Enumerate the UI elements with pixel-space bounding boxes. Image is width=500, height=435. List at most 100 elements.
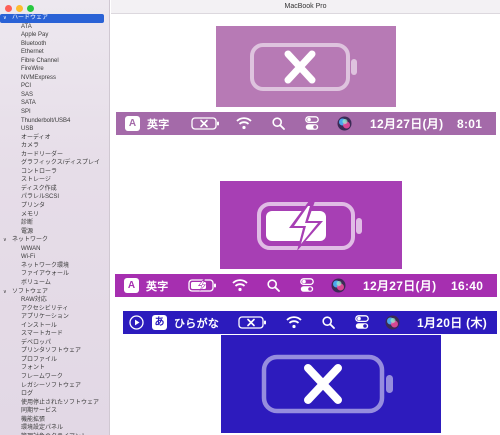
menubar-time[interactable]: 16:40: [451, 274, 483, 297]
sidebar-section-label: ハードウェア: [12, 15, 49, 21]
sidebar-item[interactable]: 機能拡張: [0, 416, 109, 425]
sidebar-item[interactable]: RAW対応: [0, 296, 109, 305]
sidebar-item[interactable]: 同期サービス: [0, 407, 109, 416]
search-icon[interactable]: [322, 316, 335, 329]
sidebar-item[interactable]: メモリ: [0, 211, 109, 220]
sidebar-item[interactable]: PCI: [0, 82, 109, 91]
sidebar-item[interactable]: ディスク作成: [0, 185, 109, 194]
close-window-button[interactable]: [5, 5, 12, 12]
sidebar-section[interactable]: ∨ ネットワーク: [0, 236, 109, 245]
wifi-icon[interactable]: [286, 315, 302, 329]
chevron-down-icon[interactable]: ∨: [3, 288, 12, 297]
siri-icon[interactable]: [337, 116, 352, 131]
sidebar-section-label: ソフトウェア: [12, 288, 49, 295]
sidebar-item[interactable]: プリンタソフトウェア: [0, 347, 109, 356]
window-title: MacBook Pro: [111, 0, 500, 14]
sidebar-item[interactable]: デベロッパ: [0, 339, 109, 348]
sidebar-item[interactable]: USB: [0, 125, 109, 134]
sidebar-item[interactable]: フレームワーク: [0, 373, 109, 382]
sidebar-section[interactable]: ∨ ソフトウェア: [0, 288, 109, 297]
wifi-icon[interactable]: [236, 116, 252, 130]
battery-menu-item[interactable]: [191, 117, 221, 130]
sidebar-item[interactable]: 電源: [0, 228, 109, 237]
sidebar-item[interactable]: グラフィックス/ディスプレイ: [0, 159, 109, 168]
control-center-icon[interactable]: [355, 315, 369, 330]
menubar-3: あ ひらがな 1月20日 (木): [123, 311, 497, 334]
menubar-date[interactable]: 1月20日 (木): [417, 311, 487, 334]
menubar-date[interactable]: 12月27日(月): [370, 112, 443, 135]
sidebar-item[interactable]: 使用停止されたソフトウェア: [0, 399, 109, 408]
sidebar-item[interactable]: コントローラ: [0, 168, 109, 177]
input-mode-indicator[interactable]: A: [124, 278, 139, 293]
sidebar-item[interactable]: SATA: [0, 99, 109, 108]
window-controls: [5, 5, 34, 12]
battery-menu-item[interactable]: [188, 279, 218, 292]
control-center-icon[interactable]: [300, 278, 314, 293]
menubar-time[interactable]: 8:01: [457, 112, 482, 135]
sidebar-item[interactable]: カードリーダー: [0, 151, 109, 160]
sidebar: ∨ ハードウェア ATA Apple Pay Bluetooth Ethernet Fibr…: [0, 0, 110, 435]
input-mode-indicator[interactable]: A: [125, 116, 140, 131]
battery-preview-panel-2: [220, 181, 402, 269]
system-info-tree: ∨ ハードウェア ATA Apple Pay Bluetooth Ethernet Fibr…: [0, 14, 109, 435]
battery-x-icon: [250, 42, 357, 91]
play-circle-icon[interactable]: [129, 315, 144, 330]
battery-x-icon: [261, 354, 393, 414]
sidebar-item[interactable]: アクセシビリティ: [0, 305, 109, 314]
sidebar-item[interactable]: プロファイル: [0, 356, 109, 365]
sidebar-item[interactable]: プリンタ: [0, 202, 109, 211]
sidebar-item[interactable]: ストレージ: [0, 176, 109, 185]
sidebar-item[interactable]: Thunderbolt/USB4: [0, 117, 109, 126]
sidebar-item[interactable]: WWAN: [0, 245, 109, 254]
sidebar-item[interactable]: 環境設定パネル: [0, 424, 109, 433]
search-icon[interactable]: [267, 279, 280, 292]
sidebar-item[interactable]: SAS: [0, 91, 109, 100]
chevron-down-icon[interactable]: ∨: [3, 14, 12, 23]
sidebar-item[interactable]: 診断: [0, 219, 109, 228]
sidebar-item[interactable]: Apple Pay: [0, 31, 109, 40]
sidebar-item[interactable]: Fibre Channel: [0, 57, 109, 66]
battery-bolt-icon: [188, 279, 216, 292]
sidebar-item[interactable]: ファイアウォール: [0, 270, 109, 279]
sidebar-item[interactable]: ATA: [0, 23, 109, 32]
sidebar-item[interactable]: レガシーソフトウェア: [0, 382, 109, 391]
sidebar-item[interactable]: ネットワーク環境: [0, 262, 109, 271]
sidebar-item[interactable]: フォント: [0, 364, 109, 373]
sidebar-section-label: ネットワーク: [12, 237, 49, 244]
wifi-icon[interactable]: [232, 278, 248, 292]
menubar-1: A 英字 12月27日(月) 8:01: [116, 112, 496, 135]
sidebar-item[interactable]: Ethernet: [0, 48, 109, 57]
siri-icon[interactable]: [331, 278, 346, 293]
siri-icon[interactable]: [385, 315, 400, 330]
sidebar-item[interactable]: インストール: [0, 322, 109, 331]
sidebar-item[interactable]: NVMExpress: [0, 74, 109, 83]
menubar-2: A 英字 12月27日(月) 16:40: [115, 274, 497, 297]
sidebar-item[interactable]: Bluetooth: [0, 40, 109, 49]
sidebar-section[interactable]: ∨ ハードウェア: [0, 14, 104, 23]
battery-bolt-icon: [257, 201, 362, 251]
input-mode-indicator[interactable]: あ: [152, 315, 167, 330]
sidebar-item[interactable]: FireWire: [0, 65, 109, 74]
battery-preview-panel-1: [216, 26, 396, 107]
control-center-icon[interactable]: [305, 116, 319, 131]
sidebar-item[interactable]: ボリューム: [0, 279, 109, 288]
zoom-window-button[interactable]: [27, 5, 34, 12]
sidebar-item[interactable]: オーディオ: [0, 134, 109, 143]
battery-menu-item[interactable]: [238, 316, 268, 329]
menubar-date[interactable]: 12月27日(月): [363, 274, 436, 297]
battery-preview-panel-3: [221, 335, 441, 433]
input-source-label[interactable]: ひらがな: [174, 311, 219, 334]
minimize-window-button[interactable]: [16, 5, 23, 12]
sidebar-item[interactable]: Wi-Fi: [0, 253, 109, 262]
sidebar-item[interactable]: カメラ: [0, 142, 109, 151]
sidebar-item[interactable]: アプリケーション: [0, 313, 109, 322]
search-icon[interactable]: [272, 117, 285, 130]
sidebar-item[interactable]: SPI: [0, 108, 109, 117]
sidebar-item[interactable]: パラレルSCSI: [0, 193, 109, 202]
sidebar-item[interactable]: スマートカード: [0, 330, 109, 339]
input-source-label[interactable]: 英字: [147, 112, 170, 135]
sidebar-item[interactable]: ログ: [0, 390, 109, 399]
battery-x-icon: [238, 316, 266, 329]
chevron-down-icon[interactable]: ∨: [3, 236, 12, 245]
input-source-label[interactable]: 英字: [146, 274, 169, 297]
